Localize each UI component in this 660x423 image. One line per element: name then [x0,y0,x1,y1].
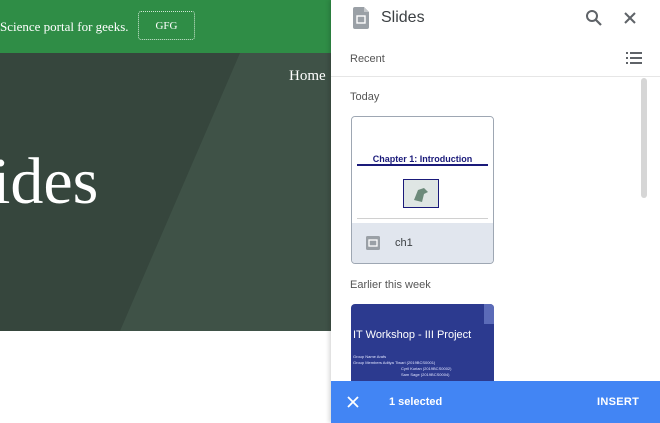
thumbnail-footer-rule [357,218,488,219]
file-name: ch1 [395,237,413,249]
thumbnail-image [403,179,439,208]
thumbnail-text-line: Group Name Arafs [353,354,387,359]
picker-header: Slides [331,0,660,40]
section-label-earlier: Earlier this week [350,279,431,291]
list-view-icon[interactable] [626,51,642,65]
scrollbar[interactable] [641,78,647,380]
scrollbar-thumb[interactable] [641,78,647,198]
section-label-today: Today [350,91,380,103]
thumbnail-text-line: Group Members Aditya Tiwari (2019BCS0001… [353,360,436,365]
slides-icon [353,7,369,29]
thumbnail-rule [357,164,488,166]
close-icon[interactable] [347,396,359,408]
gfg-button[interactable]: GFG [138,11,195,40]
site-header: Science portal for geeks. GFG [0,0,331,53]
thumbnail-title: Chapter 1: Introduction [372,154,473,164]
hero-title: ides [0,145,99,218]
file-thumbnail: Chapter 1: Introduction [352,117,493,223]
thumbnail-text-line: Sam Sage (2019BCS0004) [401,372,450,377]
recent-label: Recent [350,53,385,65]
search-icon[interactable] [584,8,604,28]
home-link[interactable]: Home [289,68,326,85]
hero-banner: Home ides [0,53,331,331]
thumbnail-corner [484,304,494,324]
slides-picker-panel: Slides Recent Today Chapter 1: Introduct… [331,0,660,423]
slides-file-icon [366,236,380,250]
thumbnail-title: IT Workshop - III Project [353,329,472,341]
site-tagline: Science portal for geeks. [0,19,129,34]
close-icon[interactable] [620,8,640,28]
selected-count: 1 selected [389,396,443,408]
file-card-footer: ch1 [352,223,493,263]
selection-action-bar: 1 selected INSERT [331,381,660,423]
recent-bar: Recent [331,44,660,77]
insert-button[interactable]: INSERT [597,396,639,408]
file-card-it-workshop[interactable]: IT Workshop - III Project Group Name Ara… [351,304,494,384]
file-card-ch1[interactable]: Chapter 1: Introduction ch1 [351,116,494,264]
thumbnail-text-line: Cyril Kurian (2019BCS0002) [401,366,452,371]
picker-title: Slides [381,9,425,26]
